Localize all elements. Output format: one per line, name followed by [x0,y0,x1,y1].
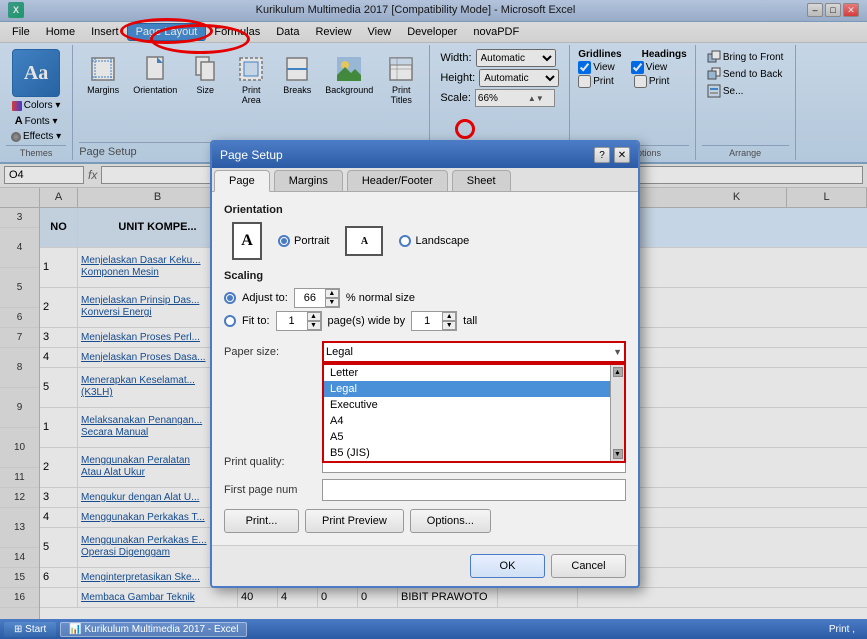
adjust-spinner-wrapper: ▲ ▼ [294,288,340,308]
fit-tall-spinner: ▲ ▼ [411,311,457,331]
portrait-radio-dot [281,238,287,244]
paper-size-dropdown-wrapper: Legal ▼ Letter Legal Executive A4 A5 B5 … [322,341,626,363]
fit-pages-spinner: ▲ ▼ [276,311,322,331]
portrait-label: Portrait [294,235,329,247]
fit-tall-up[interactable]: ▲ [442,312,456,321]
fit-tall-suffix: tall [463,315,477,327]
start-button[interactable]: ⊞ Start [4,622,56,637]
scrollbar-up[interactable]: ▲ [613,367,623,377]
ok-button[interactable]: OK [470,554,545,578]
paper-size-options: Letter Legal Executive A4 A5 B5 (JIS) ▲ … [322,363,626,463]
option-letter[interactable]: Letter [324,365,624,381]
fit-pages-input[interactable] [277,312,307,330]
scrollbar-down[interactable]: ▼ [613,449,623,459]
portrait-radio[interactable]: Portrait [278,235,329,247]
option-a4[interactable]: A4 [324,413,624,429]
option-executive[interactable]: Executive [324,397,624,413]
dialog-footer: OK Cancel [212,545,638,586]
adjust-down-button[interactable]: ▼ [325,298,339,307]
portrait-radio-circle [278,235,290,247]
dialog-tab-page[interactable]: Page [214,170,270,192]
print-quality-label: Print quality: [224,456,314,468]
paper-size-select[interactable]: Legal ▼ [322,341,626,363]
landscape-radio[interactable]: Landscape [399,235,469,247]
scaling-section: Scaling Adjust to: ▲ ▼ [224,270,626,331]
first-page-row: First page num [224,479,626,501]
adjust-row: Adjust to: ▲ ▼ % normal size [224,288,626,308]
portrait-preview: A [232,222,262,260]
dialog-body: Orientation A Portrait A Landscape [212,192,638,545]
fit-tall-input[interactable] [412,312,442,330]
paper-size-value: Legal [326,346,353,358]
paper-size-label: Paper size: [224,346,314,358]
dialog-tab-margins[interactable]: Margins [274,170,343,191]
fit-pages-down[interactable]: ▼ [307,321,321,330]
orientation-controls: A Portrait A Landscape [232,222,626,260]
adjust-suffix: % normal size [346,292,415,304]
fit-radio[interactable] [224,315,236,327]
landscape-label: Landscape [415,235,469,247]
dialog-tabs: Page Margins Header/Footer Sheet [212,168,638,192]
option-a5[interactable]: A5 [324,429,624,445]
adjust-radio-circle [224,292,236,304]
adjust-radio[interactable] [224,292,236,304]
first-page-input[interactable] [322,479,626,501]
dialog-tab-sheet[interactable]: Sheet [452,170,511,191]
adjust-up-button[interactable]: ▲ [325,289,339,298]
adjust-spinners: ▲ ▼ [325,289,339,307]
fit-tall-down[interactable]: ▼ [442,321,456,330]
fit-page-spinners: ▲ ▼ [307,312,321,330]
landscape-preview: A [345,226,383,256]
option-b5jis[interactable]: B5 (JIS) [324,445,624,461]
scaling-label: Scaling [224,270,626,282]
dialog-title: Page Setup [220,148,594,162]
dropdown-scrollbar: ▲ ▼ [610,365,624,461]
option-legal[interactable]: Legal [324,381,624,397]
fit-label: Fit to: [242,315,270,327]
dialog-tab-header-footer[interactable]: Header/Footer [347,170,448,191]
taskbar: ⊞ Start 📊 Kurikulum Multimedia 2017 - Ex… [0,619,867,639]
adjust-label: Adjust to: [242,292,288,304]
fit-suffix: page(s) wide by [328,315,406,327]
taskbar-time: Print , [821,624,863,635]
adjust-input[interactable] [295,289,325,307]
page-setup-dialog: Page Setup ? ✕ Page Margins Header/Foote… [210,140,640,588]
orientation-label: Orientation [224,204,626,216]
dialog-close-button[interactable]: ✕ [614,147,630,163]
taskbar-excel-item[interactable]: 📊 Kurikulum Multimedia 2017 - Excel [60,622,247,637]
landscape-radio-circle [399,235,411,247]
adjust-radio-dot [227,295,233,301]
fit-pages-up[interactable]: ▲ [307,312,321,321]
dropdown-arrow: ▼ [613,347,622,357]
action-buttons: Print... Print Preview Options... [224,509,626,533]
options-button[interactable]: Options... [410,509,491,533]
excel-window: X Kurikulum Multimedia 2017 [Compatibili… [0,0,867,619]
orientation-section: Orientation A Portrait A Landscape [224,204,626,260]
dialog-title-bar: Page Setup ? ✕ [212,142,638,168]
preview-button[interactable]: Print Preview [305,509,404,533]
print-button[interactable]: Print... [224,509,299,533]
fit-radio-circle [224,315,236,327]
first-page-label: First page num [224,484,314,496]
cancel-button[interactable]: Cancel [551,554,626,578]
fit-row: Fit to: ▲ ▼ page(s) wide by ▲ ▼ [224,311,626,331]
paper-size-row: Paper size: Legal ▼ Letter Legal Executi… [224,341,626,363]
dialog-help-button[interactable]: ? [594,147,610,163]
fit-tall-spinners: ▲ ▼ [442,312,456,330]
